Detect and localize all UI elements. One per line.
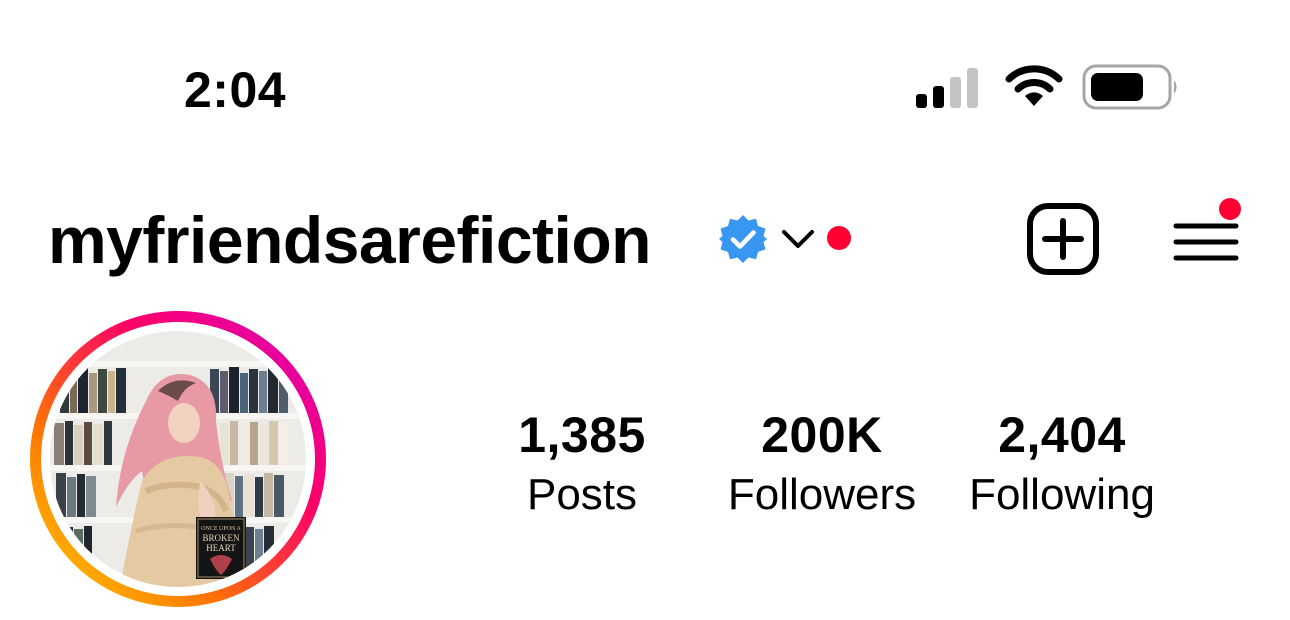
avatar-ring-gap: ONCE UPON A BROKEN HEART: [41, 322, 315, 596]
followers-count: 200K: [761, 407, 883, 463]
verified-badge-icon: [719, 215, 767, 263]
svg-text:HEART: HEART: [206, 543, 236, 553]
posts-label: Posts: [526, 470, 638, 519]
profile-username[interactable]: myfriendsarefiction: [48, 200, 652, 280]
battery-icon: [1082, 64, 1177, 110]
following-count: 2,404: [998, 407, 1126, 463]
stat-followers[interactable]: 200K Followers: [707, 404, 937, 524]
posts-count: 1,385: [518, 407, 646, 463]
profile-avatar[interactable]: ONCE UPON A BROKEN HEART: [30, 311, 326, 607]
followers-label: Followers: [727, 470, 917, 519]
svg-text:BROKEN: BROKEN: [202, 533, 240, 543]
notification-dot: [827, 226, 851, 250]
menu-icon[interactable]: [1168, 196, 1248, 270]
status-time: 2:04: [184, 62, 287, 118]
create-post-icon[interactable]: [1026, 202, 1100, 276]
chevron-down-icon[interactable]: [778, 222, 818, 256]
wifi-icon: [1005, 65, 1063, 106]
avatar-photo: ONCE UPON A BROKEN HEART: [50, 331, 306, 587]
stat-following[interactable]: 2,404 Following: [947, 404, 1177, 524]
stat-posts[interactable]: 1,385 Posts: [467, 404, 697, 524]
following-label: Following: [969, 470, 1155, 519]
signal-icon: [916, 68, 978, 108]
svg-text:ONCE UPON A: ONCE UPON A: [201, 526, 241, 532]
